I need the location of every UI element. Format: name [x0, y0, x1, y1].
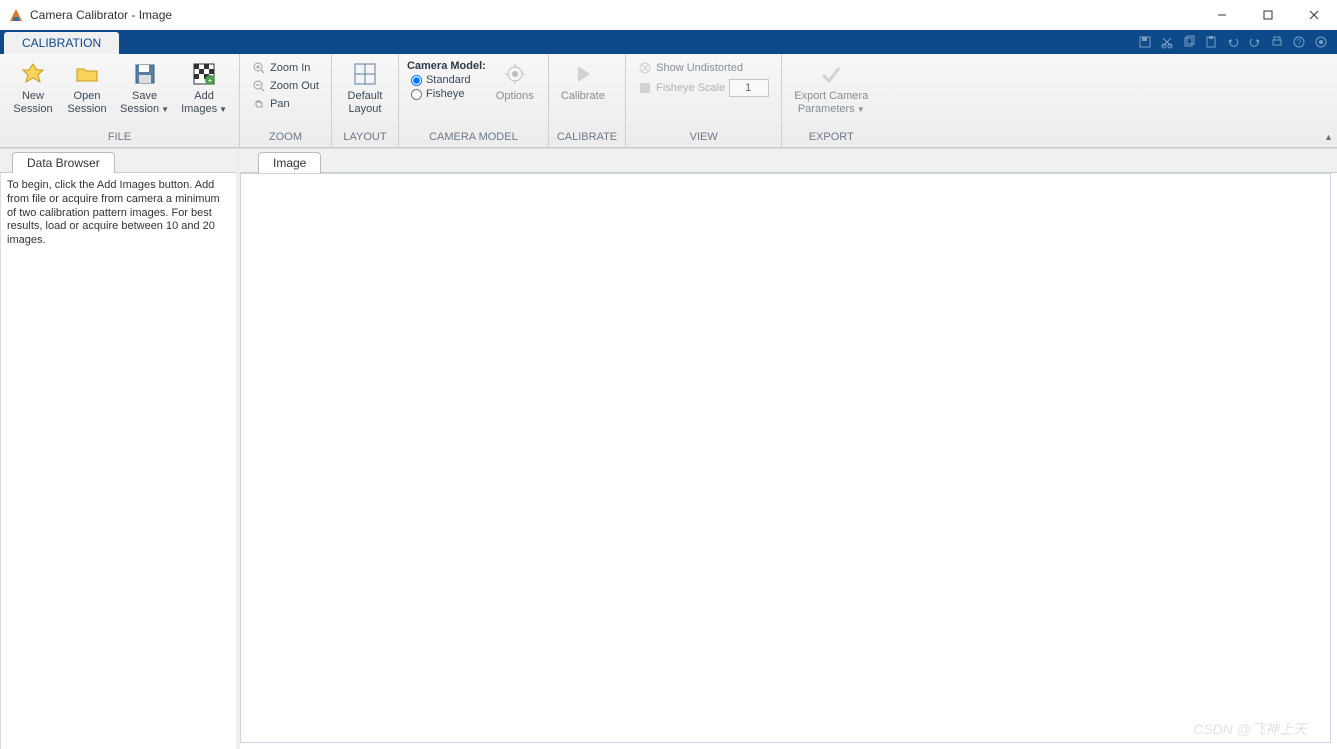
chevron-down-icon: ▼ — [161, 105, 169, 114]
chevron-down-icon: ▼ — [219, 105, 227, 114]
copy-icon[interactable] — [1179, 33, 1199, 51]
new-session-icon — [19, 60, 47, 88]
collapse-ribbon-button[interactable]: ▴ — [1326, 132, 1331, 143]
zoom-in-icon — [252, 61, 266, 75]
ribbon-tabstrip: CALIBRATION ? — [0, 30, 1337, 54]
gear-icon — [501, 60, 529, 88]
print-icon[interactable] — [1267, 33, 1287, 51]
show-undistorted-checkbox[interactable]: Show Undistorted — [634, 60, 773, 76]
data-browser-panel: Data Browser To begin, click the Add Ima… — [0, 149, 240, 749]
group-camera-model: Camera Model: Standard Fisheye Options C… — [399, 54, 549, 147]
fisheye-scale-field[interactable]: Fisheye Scale — [634, 78, 773, 98]
workspace: Data Browser To begin, click the Add Ima… — [0, 148, 1337, 749]
save-disk-icon — [131, 60, 159, 88]
open-session-button[interactable]: Open Session — [62, 58, 112, 117]
quick-access-toolbar: ? — [1135, 30, 1337, 54]
group-label: FILE — [8, 129, 231, 147]
group-label: CALIBRATE — [557, 129, 617, 147]
export-camera-parameters-button[interactable]: Export Camera Parameters▼ — [790, 58, 872, 117]
new-session-button[interactable]: New Session — [8, 58, 58, 117]
ribbon: New Session Open Session Save Session▼ +… — [0, 54, 1337, 148]
group-view: Show Undistorted Fisheye Scale VIEW — [626, 54, 782, 147]
group-export: Export Camera Parameters▼ EXPORT — [782, 54, 880, 147]
group-file: New Session Open Session Save Session▼ +… — [0, 54, 240, 147]
image-canvas — [240, 173, 1331, 743]
help-icon[interactable]: ? — [1289, 33, 1309, 51]
paste-icon[interactable] — [1201, 33, 1221, 51]
default-layout-button[interactable]: Default Layout — [340, 58, 390, 117]
svg-text:?: ? — [1297, 38, 1302, 47]
group-calibrate: Calibrate CALIBRATE — [549, 54, 626, 147]
image-panel: Image — [240, 149, 1337, 749]
fisheye-scale-input[interactable] — [729, 79, 769, 97]
checkbox-icon — [638, 61, 652, 75]
undo-icon[interactable] — [1223, 33, 1243, 51]
check-icon — [817, 60, 845, 88]
tab-image[interactable]: Image — [258, 152, 321, 173]
layout-grid-icon — [351, 60, 379, 88]
options-button[interactable]: Options — [490, 58, 540, 105]
calibrate-button[interactable]: Calibrate — [557, 58, 609, 105]
play-icon — [569, 60, 597, 88]
svg-text:+: + — [208, 76, 213, 85]
tab-calibration[interactable]: CALIBRATION — [4, 32, 119, 54]
redo-icon[interactable] — [1245, 33, 1265, 51]
folder-open-icon — [73, 60, 101, 88]
tab-data-browser[interactable]: Data Browser — [12, 152, 115, 173]
add-images-button[interactable]: + Add Images▼ — [177, 58, 231, 117]
group-label: LAYOUT — [340, 129, 390, 147]
group-zoom: Zoom In Zoom Out Pan ZOOM — [240, 54, 332, 147]
scale-icon — [638, 81, 652, 95]
camera-model-title: Camera Model: — [407, 60, 486, 72]
pan-hand-icon — [252, 97, 266, 111]
close-button[interactable] — [1291, 0, 1337, 30]
group-label: ZOOM — [248, 129, 323, 147]
group-label: VIEW — [634, 129, 773, 147]
cut-icon[interactable] — [1157, 33, 1177, 51]
chevron-down-icon: ▼ — [857, 105, 865, 114]
zoom-in-button[interactable]: Zoom In — [248, 60, 323, 76]
checkerboard-icon: + — [190, 60, 218, 88]
data-browser-help-text: To begin, click the Add Images button. A… — [0, 173, 236, 749]
save-icon[interactable] — [1135, 33, 1155, 51]
app-icon — [8, 7, 24, 23]
zoom-out-icon — [252, 79, 266, 93]
zoom-out-button[interactable]: Zoom Out — [248, 78, 323, 94]
save-session-button[interactable]: Save Session▼ — [116, 58, 173, 117]
group-label: EXPORT — [790, 129, 872, 147]
radio-standard[interactable]: Standard — [407, 74, 486, 86]
window-title: Camera Calibrator - Image — [30, 8, 1199, 22]
radio-fisheye[interactable]: Fisheye — [407, 88, 486, 100]
minimize-button[interactable] — [1199, 0, 1245, 30]
group-layout: Default Layout LAYOUT — [332, 54, 399, 147]
pan-button[interactable]: Pan — [248, 96, 323, 112]
settings-icon[interactable] — [1311, 33, 1331, 51]
group-label: CAMERA MODEL — [407, 129, 540, 147]
maximize-button[interactable] — [1245, 0, 1291, 30]
titlebar: Camera Calibrator - Image — [0, 0, 1337, 30]
watermark: CSDN @飞神上天 — [1193, 719, 1307, 739]
